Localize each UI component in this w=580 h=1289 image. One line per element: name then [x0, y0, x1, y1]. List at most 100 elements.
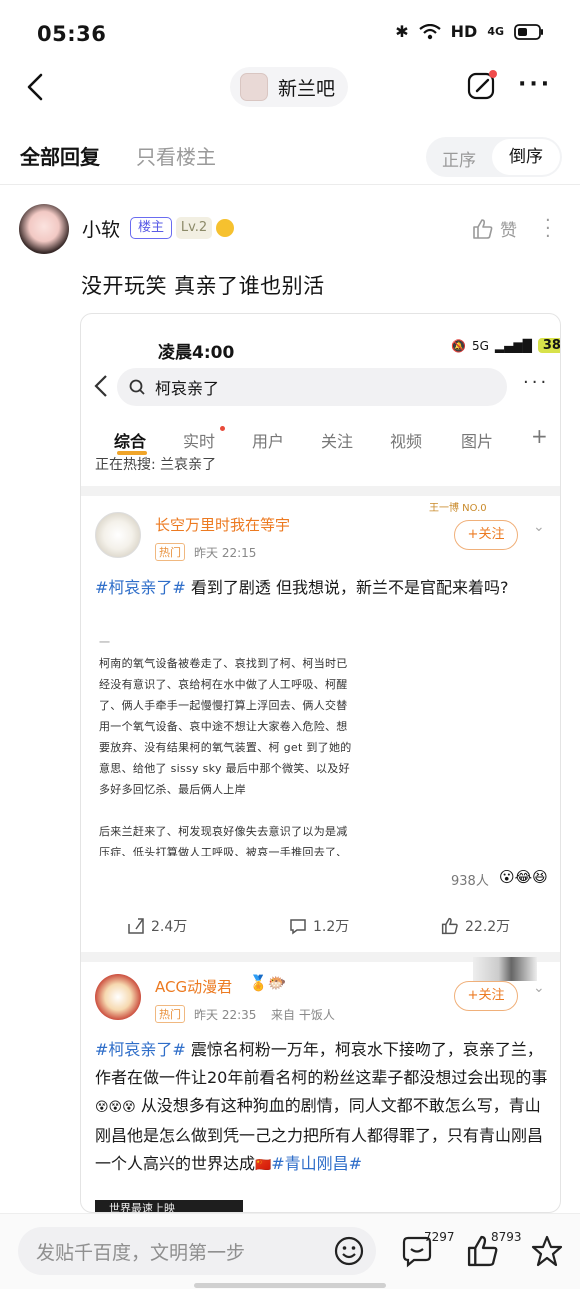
more-vertical-icon[interactable]: · · ·: [545, 212, 551, 246]
card2-hashtag-2: #青山刚昌#: [271, 1154, 363, 1173]
forum-name: 新兰吧: [278, 77, 336, 100]
reaction-emoji-icon: 😮😂😆: [499, 868, 548, 886]
embedded-tab: 用户: [252, 432, 285, 451]
card1-corner-text: 王一博 NO.0: [429, 503, 487, 514]
wifi-icon: [418, 23, 441, 39]
embedded-screenshot[interactable]: 凌晨4:00 🔕 5G ▂▄▆█ 38 柯哀亲了 ··· 综合 实时 用户 关注…: [80, 313, 561, 1213]
like-label: 赞: [500, 221, 517, 241]
back-icon[interactable]: [24, 72, 48, 102]
comment-icon: [290, 919, 306, 935]
embedded-signal-icon: ▂▄▆█: [494, 338, 532, 353]
embedded-tab: 图片: [461, 432, 494, 451]
more-icon[interactable]: ···: [518, 72, 552, 97]
card1-comment: 1.2万: [289, 916, 349, 936]
divider: [0, 184, 580, 185]
like-count: 8793: [491, 1230, 522, 1244]
search-icon: [129, 379, 145, 395]
card1-image-dash: 一: [99, 636, 111, 649]
card1-image-line: 用一个氧气设备、哀中途不想让大家卷入危险、想: [99, 720, 348, 733]
card1-chevron-down-icon: ⌄: [533, 519, 545, 535]
card2-badge-icons: 🏅🐡: [249, 974, 287, 992]
embedded-gap: [81, 486, 560, 496]
red-dot: [220, 426, 225, 431]
embedded-search-bar: 柯哀亲了: [117, 368, 507, 406]
embedded-cut-text: 正在热搜: 兰哀亲了: [95, 457, 217, 472]
card1-time: 昨天 22:15: [194, 546, 257, 560]
embedded-plus-icon: +: [531, 424, 548, 448]
card2-source: 来自 干饭人: [271, 1008, 335, 1022]
input-placeholder: 发贴千百度，文明第一步: [36, 1241, 246, 1264]
sort-toggle: 正序 倒序: [426, 137, 562, 177]
status-icons: ✱ HD 4G: [395, 22, 544, 41]
username[interactable]: 小软: [82, 215, 120, 242]
card2-corner-image: [473, 957, 537, 981]
card1-hot-tag: 热门: [155, 543, 185, 561]
thumb-up-icon: [473, 218, 493, 239]
signal-icon: 4G: [487, 25, 504, 38]
card2-hot-tag: 热门: [155, 1005, 185, 1023]
card2-chevron-down-icon: ⌄: [533, 980, 545, 996]
embedded-network: 5G: [471, 338, 489, 353]
card2-follow-button: +关注: [454, 981, 518, 1011]
card1-hashtag: #柯哀亲了#: [95, 578, 186, 597]
embedded-back-icon: [94, 375, 107, 397]
tab-all-replies[interactable]: 全部回复: [20, 141, 100, 170]
card1-share: 2.4万: [127, 916, 187, 936]
network-label: HD: [450, 22, 478, 41]
card1-like: 22.2万: [441, 916, 510, 936]
comment-count: 7297: [424, 1230, 455, 1244]
edit-post-icon[interactable]: [466, 70, 498, 102]
emoji-icon[interactable]: [334, 1236, 364, 1266]
card1-reactions: 938人: [451, 874, 489, 889]
sort-asc-button[interactable]: 正序: [442, 146, 476, 171]
card1-comment-count: 1.2万: [313, 919, 350, 935]
card1-share-count: 2.4万: [151, 919, 188, 935]
embedded-tab: 综合: [114, 432, 147, 451]
card1-avatar: [95, 512, 141, 558]
card1-image-line: 多好多回忆杀、最后俩人上岸: [99, 783, 246, 796]
embedded-tab: 关注: [321, 432, 354, 451]
avatar[interactable]: [19, 204, 69, 254]
forum-chip[interactable]: 新兰吧: [230, 67, 348, 107]
embedded-status-icons: 🔕 5G ▂▄▆█ 38: [451, 338, 560, 353]
comment-input[interactable]: 发贴千百度，文明第一步: [18, 1227, 376, 1275]
card1-image: 一 柯南的氧气设备被卷走了、哀找到了柯、柯当时已 经没有意识了、哀给柯在水中做了人…: [99, 632, 429, 856]
battery-icon: [514, 23, 543, 40]
card1-follow-button: +关注: [454, 520, 518, 550]
card1-text: #柯哀亲了# 看到了剧透 但我想说，新兰不是官配来着吗?: [95, 574, 550, 602]
card1-image-line: [99, 800, 429, 821]
embedded-time: 凌晨4:00: [158, 343, 235, 363]
card1-image-line: 经没有意识了、哀给柯在水中做了人工呼吸、柯醒: [99, 678, 348, 691]
card1-body: 看到了剧透 但我想说，新兰不是官配来着吗?: [185, 578, 509, 597]
card1-image-line: 要放弃、没有结果柯的氧气装置、柯 get 到了她的: [99, 741, 352, 754]
reply-text: 没开玩笑 真亲了谁也别活: [81, 274, 325, 298]
card1-image-line: 后来兰赶来了、柯发现哀好像失去意识了以为是减: [99, 825, 348, 838]
card1-image-lines: 柯南的氧气设备被卷走了、哀找到了柯、柯当时已 经没有意识了、哀给柯在水中做了人工呼…: [99, 653, 429, 856]
card1-like-count: 22.2万: [465, 919, 511, 935]
card1-image-line: 压症、低头打算做人工呼吸、被哀一手推回去了、: [99, 846, 348, 856]
tab-only-owner[interactable]: 只看楼主: [136, 141, 216, 170]
owner-badge: 楼主: [130, 217, 172, 239]
embedded-battery: 38: [537, 338, 560, 353]
bluetooth-icon: ✱: [395, 22, 409, 41]
card1-image-line: 柯南的氧气设备被卷走了、哀找到了柯、柯当时已: [99, 657, 348, 670]
embedded-tab: 视频: [390, 432, 423, 451]
embedded-search-query: 柯哀亲了: [155, 379, 220, 398]
card2-avatar: [95, 974, 141, 1020]
status-bar: 05:36 ✱ HD 4G: [0, 0, 580, 70]
like-button[interactable]: 赞: [472, 216, 517, 241]
card2-username: ACG动漫君: [155, 978, 233, 996]
card1-image-line: 意思、给他了 sissy sky 最后中那个微笑、以及好: [99, 762, 350, 775]
card2-text: #柯哀亲了# 震惊名柯粉一万年，柯哀水下接吻了，哀亲了兰，作者在做一件让20年前…: [95, 1036, 550, 1180]
card2-time: 昨天 22:35: [194, 1008, 257, 1022]
card1-username: 长空万里时我在等宇: [155, 516, 291, 534]
card1-image-line: 了、俩人手牵手一起慢慢打算上浮回去、俩人交替: [99, 699, 348, 712]
star-icon[interactable]: [530, 1234, 564, 1268]
card2-preview-image: 世界最速上映: [95, 1200, 243, 1212]
status-time: 05:36: [37, 22, 107, 46]
forum-logo: [240, 73, 268, 101]
sort-desc-button[interactable]: 倒序: [492, 139, 560, 175]
home-indicator: [194, 1283, 386, 1288]
card2-hashtag: #柯哀亲了#: [95, 1040, 186, 1059]
share-icon: [128, 918, 144, 934]
